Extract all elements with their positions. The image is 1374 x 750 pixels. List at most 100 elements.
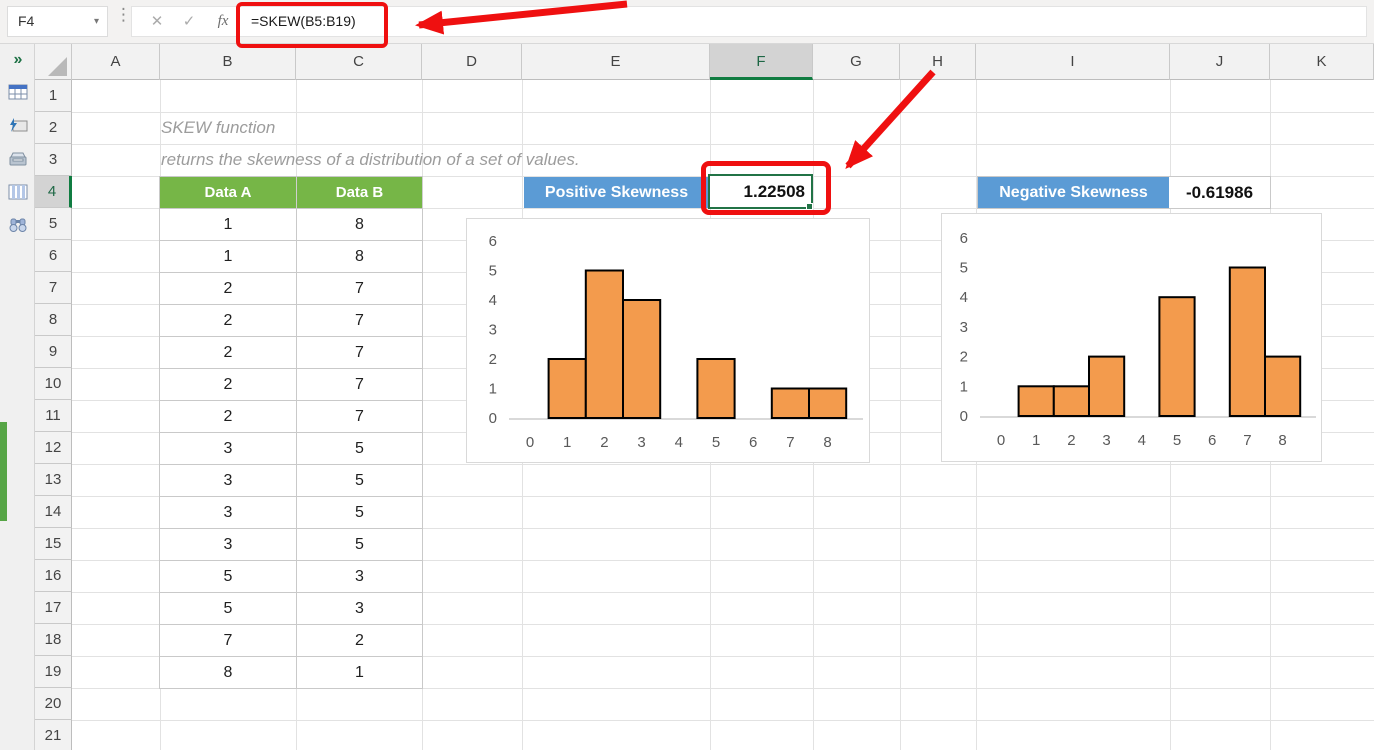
row-header-9[interactable]: 9: [35, 336, 72, 368]
column-header-G[interactable]: G: [813, 44, 900, 80]
y-tick-label: 5: [960, 260, 968, 277]
table-cell[interactable]: 3: [160, 465, 297, 497]
table-cell[interactable]: 3: [160, 529, 297, 561]
table-cell[interactable]: 5: [297, 433, 423, 465]
x-tick-label: 0: [526, 434, 534, 451]
column-header-J[interactable]: J: [1170, 44, 1270, 80]
negative-skewness-chart[interactable]: 0123456012345678: [941, 213, 1322, 462]
column-header-D[interactable]: D: [422, 44, 522, 80]
bar: [1230, 268, 1265, 417]
row-header-15[interactable]: 15: [35, 528, 72, 560]
x-tick-label: 5: [1173, 432, 1181, 449]
row-header-4[interactable]: 4: [35, 176, 72, 208]
print-icon[interactable]: [6, 147, 30, 171]
table-row: 18: [160, 241, 423, 273]
row-header-19[interactable]: 19: [35, 656, 72, 688]
y-tick-label: 5: [489, 263, 497, 280]
table-cell[interactable]: 2: [160, 369, 297, 401]
name-box[interactable]: F4 ▾: [7, 6, 108, 37]
table-cell[interactable]: 5: [297, 529, 423, 561]
table-header-cell: Data A: [160, 177, 297, 209]
row-header-17[interactable]: 17: [35, 592, 72, 624]
column-header-A[interactable]: A: [72, 44, 160, 80]
column-header-H[interactable]: H: [900, 44, 976, 80]
row-header-18[interactable]: 18: [35, 624, 72, 656]
table-cell[interactable]: 1: [160, 241, 297, 273]
table-row: 27: [160, 305, 423, 337]
cancel-icon[interactable]: ✕: [142, 7, 172, 36]
table-cell[interactable]: 7: [297, 369, 423, 401]
flash-fill-icon[interactable]: [6, 113, 30, 137]
column-header-I[interactable]: I: [976, 44, 1170, 80]
column-header-E[interactable]: E: [522, 44, 710, 80]
table-cell[interactable]: 5: [160, 593, 297, 625]
y-tick-label: 2: [489, 351, 497, 368]
name-box-dropdown-icon[interactable]: ▾: [94, 7, 99, 36]
row-header-21[interactable]: 21: [35, 720, 72, 750]
table-cell[interactable]: 8: [160, 657, 297, 689]
table-cell[interactable]: 7: [297, 337, 423, 369]
table-cell[interactable]: 3: [297, 593, 423, 625]
table-cell[interactable]: 2: [160, 273, 297, 305]
table-cell[interactable]: 5: [297, 497, 423, 529]
bar: [549, 359, 586, 418]
bar: [1019, 386, 1054, 416]
table-cell[interactable]: 7: [297, 273, 423, 305]
column-header-K[interactable]: K: [1270, 44, 1374, 80]
table-cell[interactable]: 2: [160, 401, 297, 433]
y-tick-label: 3: [960, 319, 968, 336]
row-header-14[interactable]: 14: [35, 496, 72, 528]
annotation-box-formula: [236, 2, 388, 48]
table-cell[interactable]: 3: [297, 561, 423, 593]
row-header-3[interactable]: 3: [35, 144, 72, 176]
table-cell[interactable]: 8: [297, 241, 423, 273]
row-header-10[interactable]: 10: [35, 368, 72, 400]
table-cell[interactable]: 1: [160, 209, 297, 241]
table-cell[interactable]: 2: [297, 625, 423, 657]
sheet-icon[interactable]: [6, 80, 30, 104]
row-header-1[interactable]: 1: [35, 80, 72, 112]
columns-icon[interactable]: [6, 180, 30, 204]
y-tick-label: 2: [960, 349, 968, 366]
bar: [1159, 297, 1194, 416]
row-header-16[interactable]: 16: [35, 560, 72, 592]
row-header-2[interactable]: 2: [35, 112, 72, 144]
x-tick-label: 7: [786, 434, 794, 451]
table-cell[interactable]: 7: [297, 305, 423, 337]
column-header-C[interactable]: C: [296, 44, 422, 80]
cell-j4-negative-skewness-value[interactable]: -0.61986: [1169, 177, 1270, 208]
table-cell[interactable]: 2: [160, 305, 297, 337]
table-cell[interactable]: 1: [297, 657, 423, 689]
expand-icon[interactable]: »: [6, 48, 30, 72]
y-tick-label: 1: [489, 381, 497, 398]
table-row: 18: [160, 209, 423, 241]
row-header-5[interactable]: 5: [35, 208, 72, 240]
insert-function-icon[interactable]: fx: [208, 7, 238, 36]
table-cell[interactable]: 5: [297, 465, 423, 497]
row-header-20[interactable]: 20: [35, 688, 72, 720]
y-tick-label: 6: [960, 230, 968, 247]
sidebar-green-scrollbar[interactable]: [0, 422, 7, 521]
row-header-11[interactable]: 11: [35, 400, 72, 432]
row-header-12[interactable]: 12: [35, 432, 72, 464]
row-header-7[interactable]: 7: [35, 272, 72, 304]
y-tick-label: 3: [489, 322, 497, 339]
table-cell[interactable]: 8: [297, 209, 423, 241]
row-header-8[interactable]: 8: [35, 304, 72, 336]
table-cell[interactable]: 3: [160, 433, 297, 465]
table-cell[interactable]: 3: [160, 497, 297, 529]
table-cell[interactable]: 7: [160, 625, 297, 657]
table-cell[interactable]: 2: [160, 337, 297, 369]
table-cell[interactable]: 7: [297, 401, 423, 433]
positive-skewness-chart[interactable]: 0123456012345678: [466, 218, 870, 463]
bar: [809, 389, 846, 419]
row-header-13[interactable]: 13: [35, 464, 72, 496]
select-all-button[interactable]: [35, 44, 72, 80]
table-cell[interactable]: 5: [160, 561, 297, 593]
find-icon[interactable]: [6, 213, 30, 237]
enter-icon[interactable]: ✓: [174, 7, 204, 36]
table-row: 72: [160, 625, 423, 657]
column-header-B[interactable]: B: [160, 44, 296, 80]
row-header-6[interactable]: 6: [35, 240, 72, 272]
column-header-F[interactable]: F: [710, 44, 813, 80]
